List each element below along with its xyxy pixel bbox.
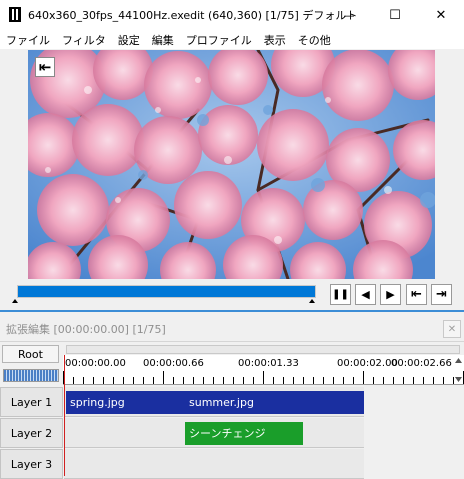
to-end-icon: ⇥ [436, 287, 447, 302]
prev-frame-icon: ◀ [361, 288, 370, 301]
seek-bar-ticks [12, 299, 315, 303]
clip-summer[interactable]: summer.jpg [185, 391, 364, 414]
seek-bar[interactable] [17, 285, 316, 298]
menu-edit[interactable]: 編集 [152, 32, 174, 48]
close-icon: ✕ [435, 7, 447, 23]
clip-scene-change[interactable]: シーンチェンジ [185, 422, 303, 445]
maximize-button[interactable]: ☐ [372, 0, 418, 30]
window-title: 640x360_30fps_44100Hz.exedit (640,360) [… [28, 9, 358, 22]
timeline-title: 拡張編集 [00:00:00.00] [1/75] [6, 323, 166, 336]
menu-other[interactable]: その他 [298, 32, 331, 48]
next-frame-icon: ▶ [386, 288, 395, 301]
ruler-label: 00:00:02.66 [391, 358, 452, 369]
pause-button[interactable]: ❚❚ [330, 284, 351, 305]
zoom-slider[interactable] [3, 369, 59, 382]
to-end-button[interactable]: ⇥ [431, 284, 452, 305]
ruler-label: 00:00:02.00 [337, 358, 398, 369]
app-icon [9, 7, 21, 22]
playhead-cursor[interactable] [64, 355, 65, 476]
prev-frame-button[interactable]: ◀ [355, 284, 376, 305]
menu-profile[interactable]: プロファイル [186, 32, 252, 48]
close-button[interactable]: ✕ [418, 0, 464, 30]
title-bar: 640x360_30fps_44100Hz.exedit (640,360) [… [0, 0, 464, 30]
time-ruler[interactable]: 00:00:00.00 00:00:00.66 00:00:01.33 00:0… [63, 355, 464, 385]
menu-file[interactable]: ファイル [6, 32, 50, 48]
vertical-scroll-arrows[interactable] [453, 355, 464, 385]
horizontal-scrollbar[interactable] [66, 345, 460, 354]
timeline-close-button[interactable]: ✕ [443, 320, 461, 338]
menu-filter[interactable]: フィルタ [62, 32, 106, 48]
layer-2-track[interactable]: シーンチェンジ [64, 418, 464, 448]
clip-spring[interactable]: spring.jpg [66, 391, 186, 414]
pause-icon: ❚❚ [332, 289, 349, 300]
layer-1-track[interactable]: spring.jpg summer.jpg [64, 387, 464, 417]
ruler-label: 00:00:01.33 [238, 358, 299, 369]
layer-2-header[interactable]: Layer 2 [0, 418, 63, 448]
to-start-icon: ⇤ [411, 287, 422, 302]
ruler-label: 00:00:00.00 [65, 358, 126, 369]
close-icon: ✕ [447, 323, 457, 335]
minimize-button[interactable]: — [326, 0, 372, 30]
to-start-button[interactable]: ⇤ [406, 284, 427, 305]
next-frame-button[interactable]: ▶ [380, 284, 401, 305]
ruler-label: 00:00:00.66 [143, 358, 204, 369]
layer-3-header[interactable]: Layer 3 [0, 449, 63, 479]
maximize-icon: ☐ [389, 7, 401, 23]
menu-view[interactable]: 表示 [264, 32, 286, 48]
timeline-header: 拡張編集 [00:00:00.00] [1/75] [0, 312, 464, 342]
menu-bar: ファイル フィルタ 設定 編集 プロファイル 表示 その他 [0, 30, 464, 49]
menu-settings[interactable]: 設定 [118, 32, 140, 48]
arrow-to-start-icon: ⇤ [38, 58, 52, 76]
layer-1-header[interactable]: Layer 1 [0, 387, 63, 417]
return-button[interactable]: ⇤ [35, 57, 55, 77]
preview-image [28, 50, 435, 279]
minimize-icon: — [343, 8, 355, 22]
layer-3-track[interactable] [64, 449, 464, 479]
ruler-ticks [63, 371, 464, 384]
root-button[interactable]: Root [2, 345, 59, 363]
cherry-blossom-image [28, 50, 435, 279]
